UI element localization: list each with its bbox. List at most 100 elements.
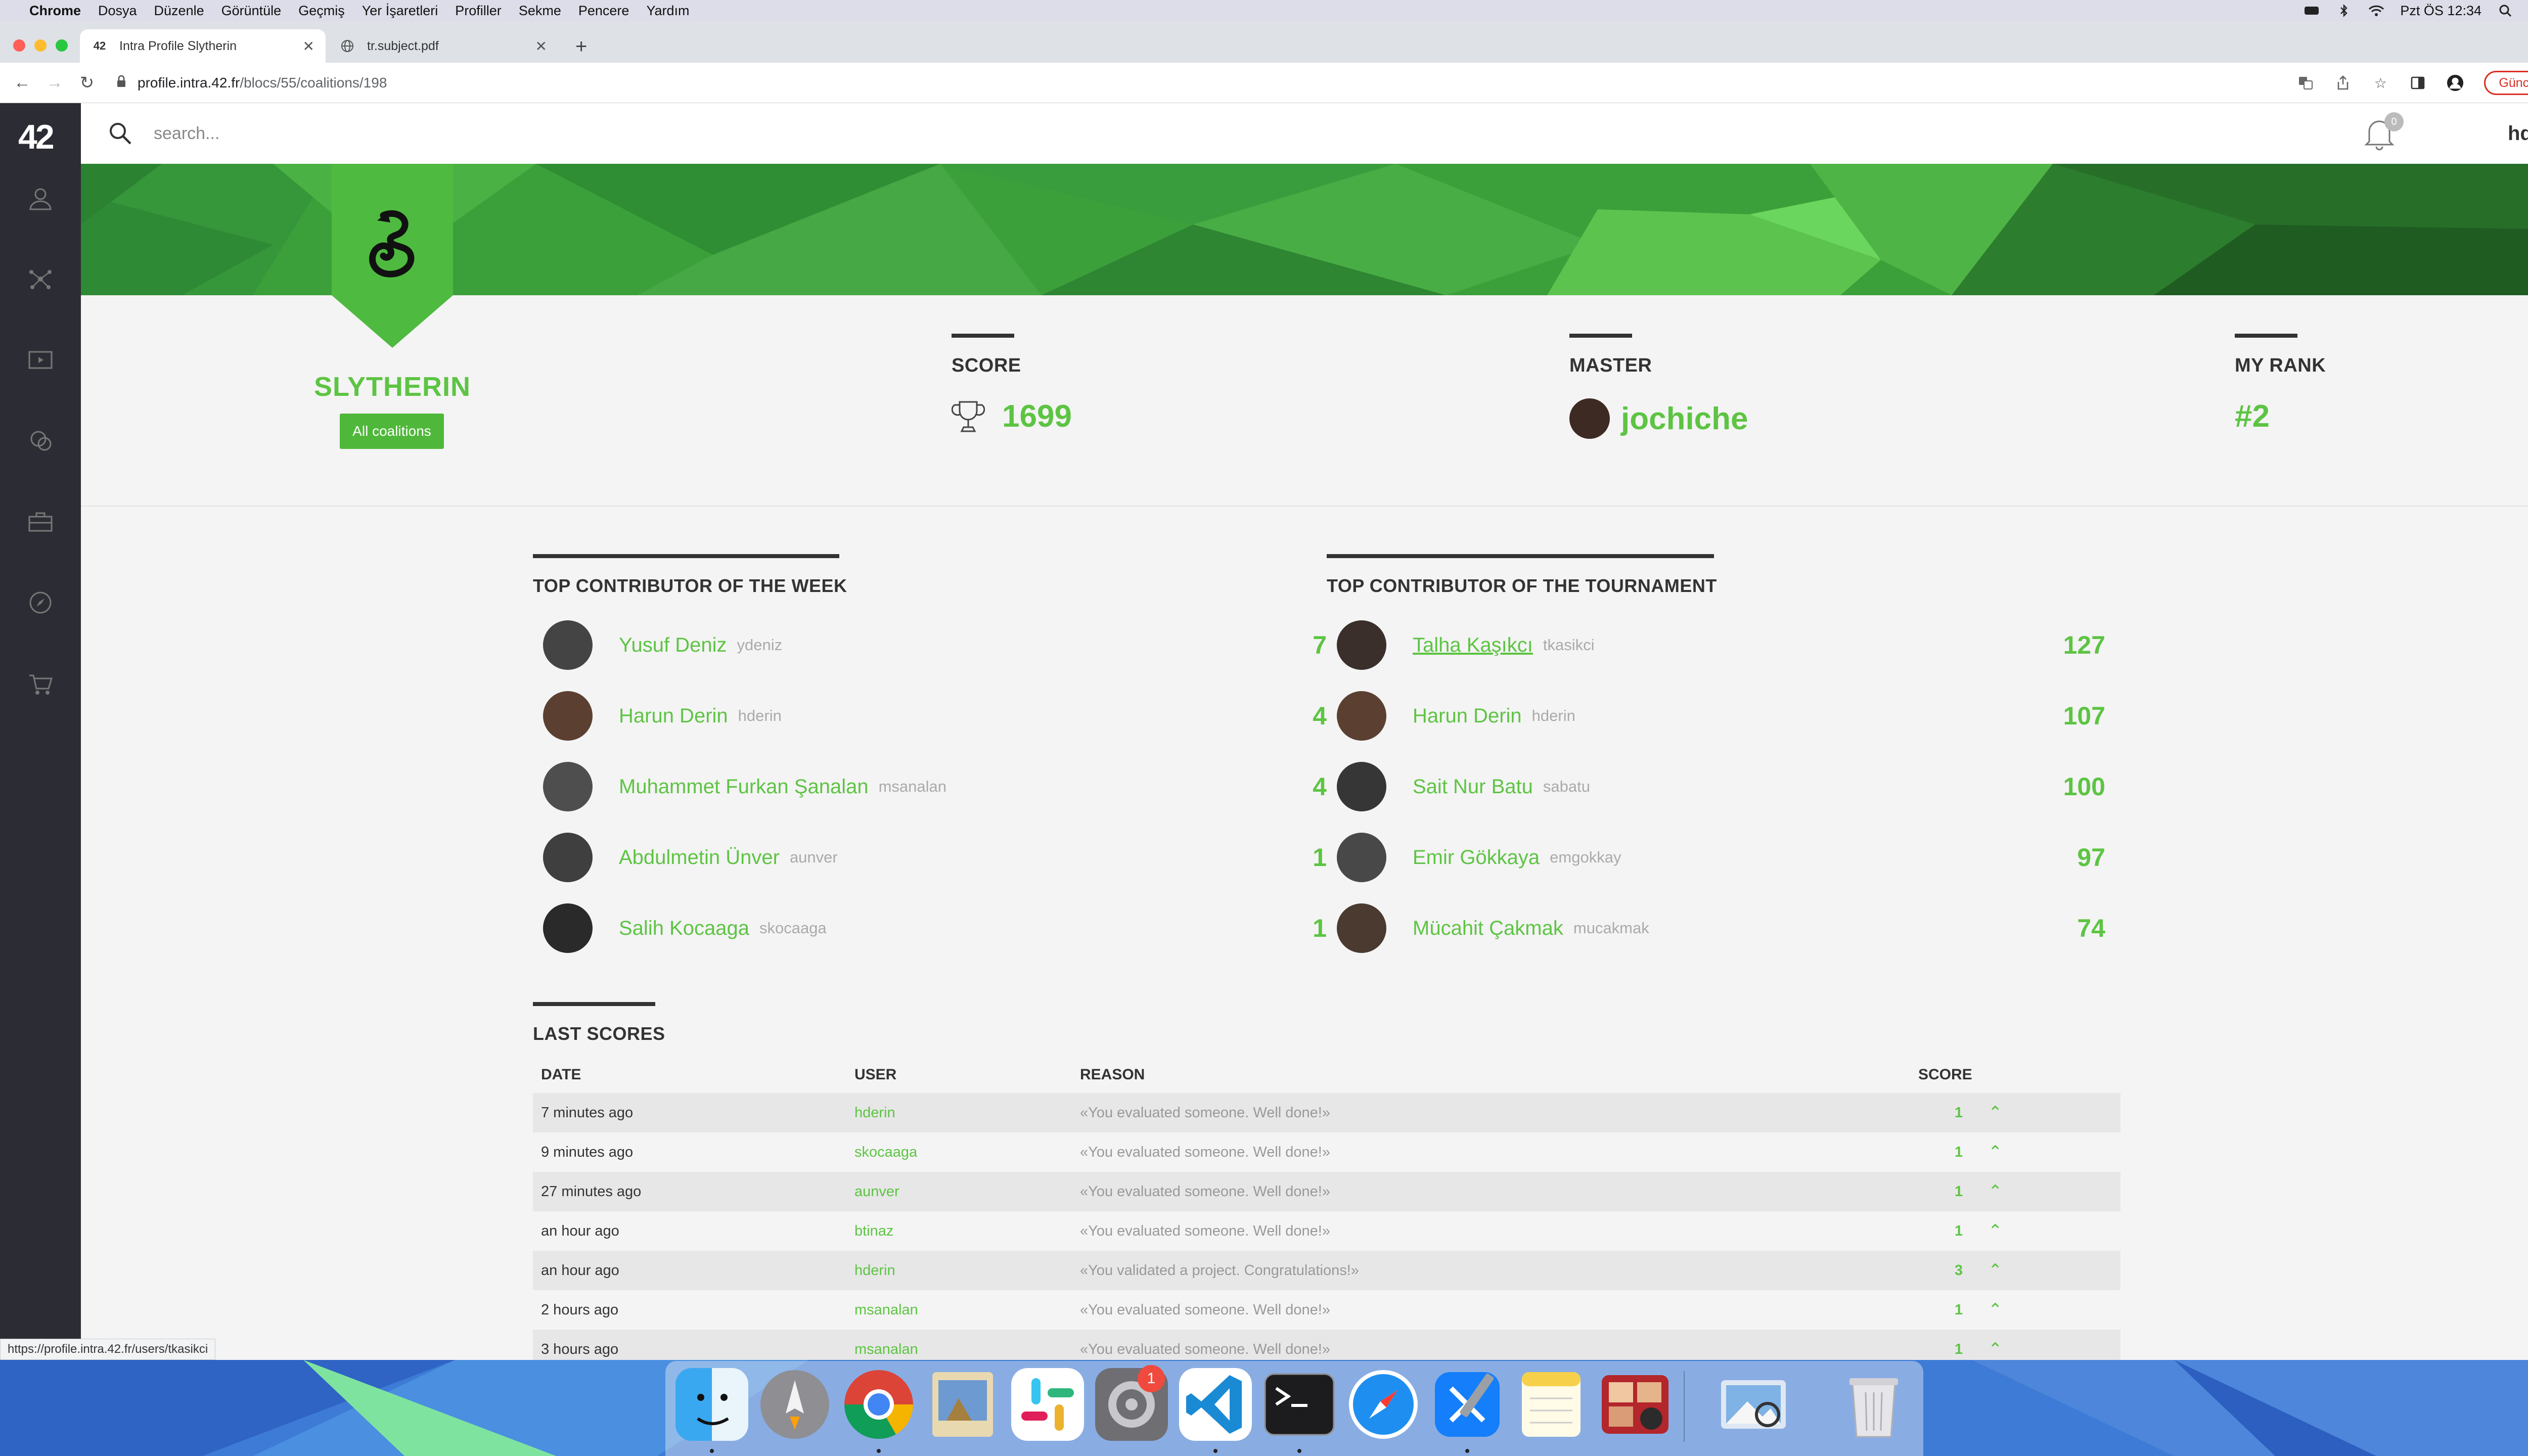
minimize-window-button[interactable] bbox=[34, 39, 47, 52]
close-window-button[interactable] bbox=[13, 39, 25, 52]
row-user[interactable]: hderin bbox=[846, 1262, 1063, 1279]
row-date: 7 minutes ago bbox=[541, 1104, 634, 1121]
chrome-update-button[interactable]: Güncelle ⋮ bbox=[2484, 71, 2528, 95]
chrome-icon[interactable] bbox=[842, 1368, 915, 1441]
menu-dosya[interactable]: Dosya bbox=[98, 3, 137, 19]
profile-avatar-icon[interactable] bbox=[2447, 74, 2464, 92]
terminal-icon[interactable] bbox=[1263, 1368, 1336, 1441]
contributor-name[interactable]: Mücahit Çakmak bbox=[1413, 917, 1563, 940]
tab-subject-pdf[interactable]: tr.subject.pdf ✕ bbox=[328, 29, 558, 63]
week-contributors-list: Yusuf Deniz ydeniz 7 Harun Derin hderin … bbox=[533, 610, 1327, 964]
avatar[interactable] bbox=[1337, 903, 1386, 953]
elearning-icon[interactable] bbox=[26, 346, 55, 374]
back-arrow-icon[interactable]: ← bbox=[12, 73, 32, 93]
contributor-name[interactable]: Harun Derin bbox=[1413, 705, 1522, 727]
contributor-name[interactable]: Sait Nur Batu bbox=[1413, 776, 1533, 798]
avatar[interactable] bbox=[1337, 620, 1386, 670]
holy-graph-icon[interactable] bbox=[26, 265, 55, 293]
vscode-icon[interactable] bbox=[1179, 1368, 1252, 1441]
launchpad-icon[interactable] bbox=[758, 1368, 831, 1441]
contributor-score: 127 bbox=[2063, 631, 2105, 659]
search-input[interactable] bbox=[154, 118, 862, 149]
menu-chrome[interactable]: Chrome bbox=[29, 3, 81, 19]
trophy-icon bbox=[952, 401, 985, 432]
spotlight-icon[interactable] bbox=[2497, 4, 2514, 17]
contributor-name[interactable]: Harun Derin bbox=[619, 705, 728, 727]
close-tab-icon[interactable]: ✕ bbox=[303, 38, 314, 55]
contributor-login: msanalan bbox=[878, 778, 946, 795]
lock-icon bbox=[116, 75, 126, 92]
reload-icon[interactable]: ↻ bbox=[77, 73, 97, 93]
avatar[interactable] bbox=[543, 833, 593, 882]
slack-icon[interactable] bbox=[1011, 1368, 1084, 1441]
wifi-icon[interactable] bbox=[2368, 4, 2385, 17]
menu-yer-isaretleri[interactable]: Yer İşaretleri bbox=[362, 3, 438, 19]
all-coalitions-button[interactable]: All coalitions bbox=[340, 414, 444, 449]
master-value-row[interactable]: jochiche bbox=[1569, 398, 1748, 439]
menu-duzenle[interactable]: Düzenle bbox=[154, 3, 204, 19]
bookmark-star-icon[interactable]: ☆ bbox=[2372, 74, 2389, 92]
master-avatar[interactable] bbox=[1569, 398, 1610, 439]
header-username[interactable]: hderin bbox=[2508, 122, 2528, 145]
maximize-window-button[interactable] bbox=[56, 39, 68, 52]
menu-sekme[interactable]: Sekme bbox=[519, 3, 561, 19]
avatar[interactable] bbox=[543, 620, 593, 670]
intra-42-logo[interactable]: 42 bbox=[18, 117, 55, 157]
tab-intra-profile[interactable]: 42 Intra Profile Slytherin ✕ bbox=[80, 29, 326, 63]
table-row: 7 minutes ago hderin «You evaluated some… bbox=[533, 1093, 2120, 1132]
row-user[interactable]: msanalan bbox=[846, 1302, 1063, 1318]
profile-icon[interactable] bbox=[26, 184, 55, 212]
column-header-score: SCORE bbox=[1918, 1066, 1972, 1083]
finder-icon[interactable] bbox=[675, 1368, 748, 1441]
row-user[interactable]: skocaaga bbox=[846, 1144, 1063, 1161]
display-icon[interactable] bbox=[2303, 4, 2320, 17]
forum-icon[interactable] bbox=[26, 427, 55, 455]
share-icon[interactable] bbox=[2334, 74, 2352, 92]
row-user[interactable]: msanalan bbox=[846, 1341, 1063, 1358]
row-user[interactable]: hderin bbox=[846, 1105, 1063, 1121]
avatar[interactable] bbox=[543, 691, 593, 741]
notes-icon[interactable] bbox=[1515, 1368, 1588, 1441]
translate-icon[interactable] bbox=[2297, 74, 2314, 92]
contributor-name[interactable]: Abdulmetin Ünver bbox=[619, 846, 780, 869]
list-item: Sait Nur Batu sabatu 100 bbox=[1327, 751, 2105, 822]
xcode-icon[interactable] bbox=[1431, 1368, 1504, 1441]
avatar[interactable] bbox=[1337, 762, 1386, 811]
contributor-score: 7 bbox=[1313, 631, 1327, 659]
new-tab-button[interactable]: + bbox=[575, 35, 587, 58]
contributor-name[interactable]: Yusuf Deniz bbox=[619, 634, 727, 657]
menu-profiller[interactable]: Profiller bbox=[455, 3, 502, 19]
preview-icon[interactable] bbox=[926, 1368, 999, 1441]
close-tab-icon[interactable]: ✕ bbox=[535, 38, 547, 55]
companies-icon[interactable] bbox=[26, 508, 55, 536]
row-user[interactable]: btinaz bbox=[846, 1223, 1063, 1240]
trash-icon[interactable] bbox=[1837, 1368, 1910, 1441]
avatar[interactable] bbox=[543, 762, 593, 811]
avatar[interactable] bbox=[1337, 691, 1386, 741]
score-value: 1699 bbox=[1002, 399, 1072, 434]
master-login[interactable]: jochiche bbox=[1621, 401, 1748, 437]
avatar[interactable] bbox=[1337, 833, 1386, 882]
avatar[interactable] bbox=[543, 903, 593, 953]
contributor-name[interactable]: Emir Gökkaya bbox=[1413, 846, 1540, 869]
forward-arrow-icon[interactable]: → bbox=[44, 73, 65, 93]
row-user[interactable]: aunver bbox=[846, 1184, 1063, 1200]
menu-yardim[interactable]: Yardım bbox=[646, 3, 689, 19]
bluetooth-icon[interactable] bbox=[2335, 4, 2353, 17]
menu-pencere[interactable]: Pencere bbox=[578, 3, 629, 19]
page-header: 0 hderin bbox=[81, 103, 2528, 164]
contributor-login: emgokkay bbox=[1550, 848, 1621, 866]
image-viewer-icon[interactable] bbox=[1717, 1368, 1790, 1441]
compass-icon[interactable] bbox=[26, 588, 55, 617]
menu-goruntule[interactable]: Görüntüle bbox=[221, 3, 282, 19]
contributor-name[interactable]: Salih Kocaaga bbox=[619, 917, 749, 940]
photo-booth-icon[interactable] bbox=[1599, 1368, 1672, 1441]
side-panel-icon[interactable] bbox=[2409, 74, 2426, 92]
address-bar[interactable]: profile.intra.42.fr/blocs/55/coalitions/… bbox=[116, 63, 387, 103]
menubar-clock[interactable]: Pzt ÖS 12:34 bbox=[2400, 3, 2481, 19]
contributor-name[interactable]: Talha Kaşıkcı bbox=[1413, 634, 1533, 657]
contributor-name[interactable]: Muhammet Furkan Şanalan bbox=[619, 776, 869, 798]
shop-cart-icon[interactable] bbox=[26, 669, 55, 698]
safari-icon[interactable] bbox=[1347, 1368, 1420, 1441]
menu-gecmis[interactable]: Geçmiş bbox=[298, 3, 345, 19]
